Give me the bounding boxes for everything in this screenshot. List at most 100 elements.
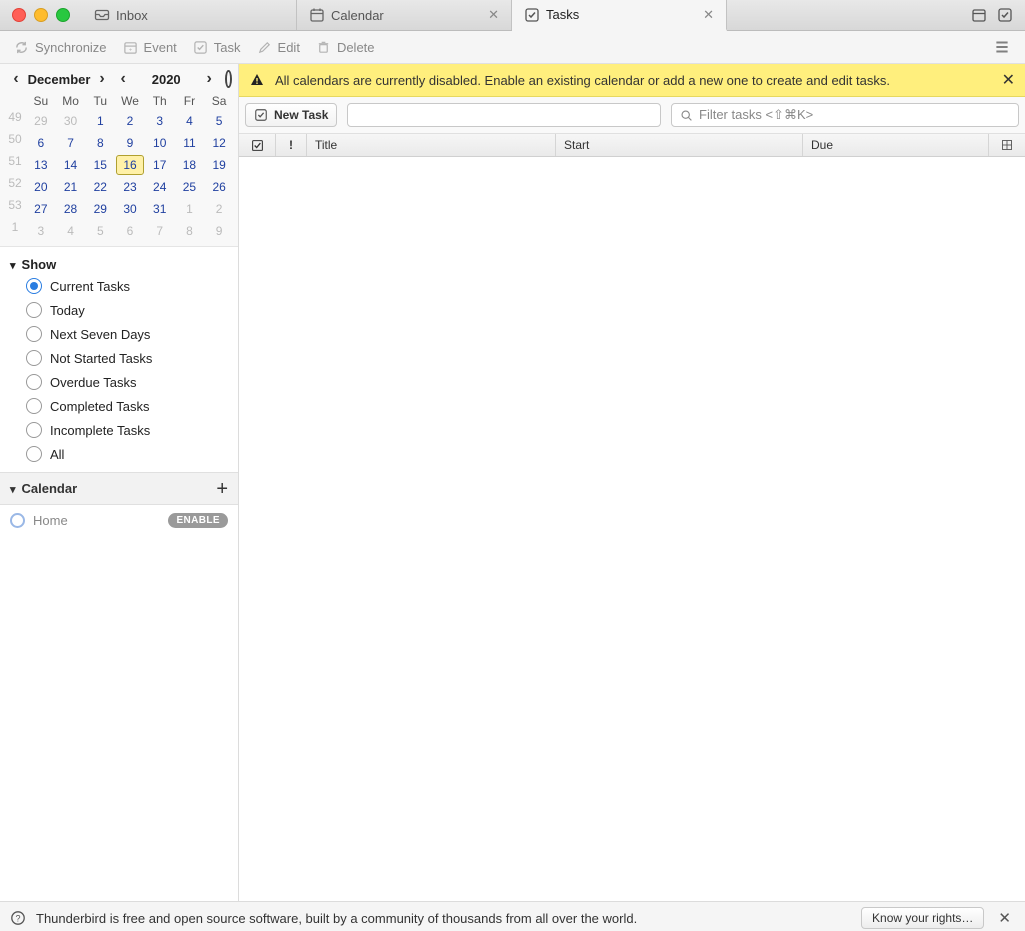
calendar-heading[interactable]: Calendar [10, 481, 77, 496]
calendar-day[interactable]: 2 [205, 199, 233, 219]
close-status-button[interactable]: ✕ [994, 909, 1015, 927]
calendar-day[interactable]: 29 [27, 111, 55, 131]
show-option[interactable]: Incomplete Tasks [26, 422, 228, 438]
calendar-day[interactable]: 30 [116, 199, 144, 219]
chevron-down-icon [10, 257, 16, 272]
calendar-day[interactable]: 31 [146, 199, 174, 219]
delete-button[interactable]: Delete [310, 36, 381, 59]
show-heading[interactable]: Show [0, 247, 238, 278]
quick-task-input[interactable] [347, 103, 661, 127]
close-icon[interactable]: ✕ [703, 7, 714, 23]
col-start[interactable]: Start [556, 134, 803, 156]
toolbar-label: Event [144, 40, 177, 55]
prev-month-button[interactable] [6, 70, 26, 88]
edit-button[interactable]: Edit [251, 36, 306, 59]
calendar-day[interactable]: 3 [146, 111, 174, 131]
calendar-day[interactable]: 12 [205, 133, 233, 153]
calendar-day[interactable]: 26 [205, 177, 233, 197]
calendar-day[interactable]: 18 [176, 155, 204, 175]
add-calendar-button[interactable]: + [216, 482, 228, 496]
calendar-day[interactable]: 28 [57, 199, 85, 219]
statusbar: ? Thunderbird is free and open source so… [0, 901, 1025, 931]
col-done[interactable] [239, 134, 276, 156]
enable-badge[interactable]: ENABLE [168, 513, 228, 528]
tab-label: Tasks [546, 7, 579, 22]
synchronize-button[interactable]: Synchronize [8, 36, 113, 59]
close-icon[interactable]: ✕ [488, 7, 499, 23]
column-picker-button[interactable] [989, 134, 1025, 156]
prev-year-button[interactable] [113, 70, 133, 88]
calendar-day[interactable]: 22 [86, 177, 114, 197]
inbox-icon [94, 7, 110, 23]
day-header: We [115, 92, 145, 110]
calendar-day[interactable]: 16 [116, 155, 144, 175]
calendar-day[interactable]: 27 [27, 199, 55, 219]
filter-tasks-input[interactable]: Filter tasks <⇧⌘K> [671, 103, 1019, 127]
calendar-day[interactable]: 1 [86, 111, 114, 131]
show-option[interactable]: Current Tasks [26, 278, 228, 294]
minimize-window-button[interactable] [34, 8, 48, 22]
tasks-shortcut-icon[interactable] [997, 7, 1013, 23]
calendar-day[interactable]: 5 [86, 221, 114, 241]
calendar-day[interactable]: 20 [27, 177, 55, 197]
calendar-day[interactable]: 3 [27, 221, 55, 241]
calendar-day[interactable]: 9 [205, 221, 233, 241]
calendar-day[interactable]: 7 [146, 221, 174, 241]
calendar-day[interactable]: 13 [27, 155, 55, 175]
calendar-day[interactable]: 17 [146, 155, 174, 175]
new-task-button[interactable]: New Task [245, 103, 337, 127]
calendar-day[interactable]: 29 [86, 199, 114, 219]
close-warning-button[interactable]: ✕ [1002, 70, 1015, 90]
task-button[interactable]: Task [187, 36, 247, 59]
calendar-day[interactable]: 4 [57, 221, 85, 241]
col-due[interactable]: Due [803, 134, 989, 156]
show-option[interactable]: All [26, 446, 228, 462]
calendar-day[interactable]: 30 [57, 111, 85, 131]
calendar-item-home[interactable]: Home ENABLE [0, 505, 238, 536]
show-option[interactable]: Next Seven Days [26, 326, 228, 342]
radio-icon [26, 374, 42, 390]
calendar-day[interactable]: 11 [176, 133, 204, 153]
calendar-day[interactable]: 6 [27, 133, 55, 153]
zoom-window-button[interactable] [56, 8, 70, 22]
section-label: Calendar [22, 481, 78, 496]
calendar-day[interactable]: 14 [57, 155, 85, 175]
calendar-day[interactable]: 23 [116, 177, 144, 197]
tab-calendar[interactable]: Calendar ✕ [297, 0, 512, 30]
show-option[interactable]: Today [26, 302, 228, 318]
tab-inbox[interactable]: Inbox [82, 0, 297, 30]
calendar-day[interactable]: 21 [57, 177, 85, 197]
calendar-day[interactable]: 1 [176, 199, 204, 219]
calendar-day[interactable]: 7 [57, 133, 85, 153]
toolbar: Synchronize + Event Task Edit Delete [0, 31, 1025, 64]
calendar-day[interactable]: 25 [176, 177, 204, 197]
calendar-day[interactable]: 5 [205, 111, 233, 131]
calendar-day[interactable]: 15 [86, 155, 114, 175]
calendar-day[interactable]: 24 [146, 177, 174, 197]
next-month-button[interactable] [92, 70, 112, 88]
show-option[interactable]: Not Started Tasks [26, 350, 228, 366]
calendar-day[interactable]: 10 [146, 133, 174, 153]
know-your-rights-button[interactable]: Know your rights… [861, 907, 984, 929]
calendar-day[interactable]: 4 [176, 111, 204, 131]
calendar-day[interactable]: 6 [116, 221, 144, 241]
calendar-day[interactable]: 19 [205, 155, 233, 175]
calendar-day[interactable]: 2 [116, 111, 144, 131]
tasks-icon [524, 7, 540, 23]
calendar-day[interactable]: 8 [176, 221, 204, 241]
hamburger-menu-button[interactable] [987, 34, 1017, 60]
calendar-shortcut-icon[interactable] [971, 7, 987, 23]
toolbar-label: Task [214, 40, 241, 55]
next-year-button[interactable] [199, 70, 219, 88]
show-option[interactable]: Completed Tasks [26, 398, 228, 414]
close-window-button[interactable] [12, 8, 26, 22]
show-option[interactable]: Overdue Tasks [26, 374, 228, 390]
col-title[interactable]: Title [307, 134, 556, 156]
col-priority[interactable]: ! [276, 134, 307, 156]
calendar-day[interactable]: 9 [116, 133, 144, 153]
event-button[interactable]: + Event [117, 36, 183, 59]
calendar-day[interactable]: 8 [86, 133, 114, 153]
window-controls [12, 8, 70, 22]
go-to-today-button[interactable] [225, 70, 232, 88]
tab-tasks[interactable]: Tasks ✕ [512, 0, 727, 31]
